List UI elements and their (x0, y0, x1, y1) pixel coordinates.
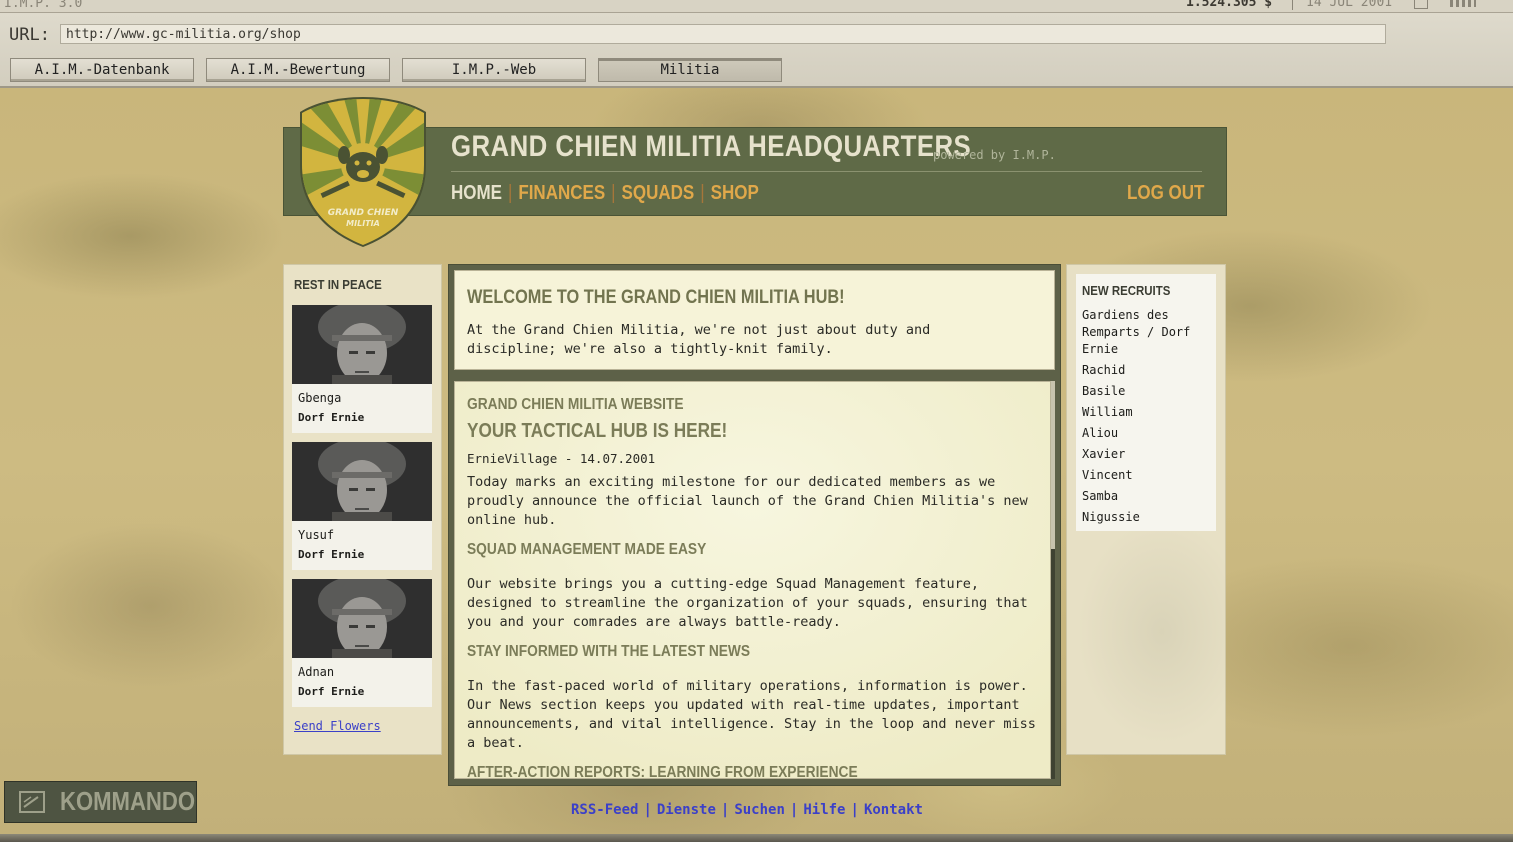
article-headline: YOUR TACTICAL HUB IS HERE! (467, 420, 728, 442)
footer-separator: | (643, 802, 652, 818)
welcome-box: WELCOME TO THE GRAND CHIEN MILITIA HUB! … (454, 270, 1055, 370)
header-divider (451, 171, 1202, 172)
scrollbar-thumb[interactable] (1051, 381, 1055, 549)
section-title: AFTER-ACTION REPORTS: LEARNING FROM EXPE… (467, 764, 858, 779)
welcome-text: At the Grand Chien Militia, we're not ju… (467, 322, 931, 357)
soldier-portrait (292, 579, 432, 658)
powered-by: powered by I.M.P. (933, 148, 1056, 162)
fallen-location: Dorf Ernie (298, 685, 365, 698)
send-flowers-link[interactable]: Send Flowers (294, 719, 381, 733)
section-title: STAY INFORMED WITH THE LATEST NEWS (467, 643, 751, 660)
kommando-button[interactable]: KOMMANDO (4, 781, 197, 823)
section-title: SQUAD MANAGEMENT MADE EASY (467, 541, 707, 558)
footer-link-hilfe[interactable]: Hilfe (803, 802, 845, 818)
article-kicker: GRAND CHIEN MILITIA WEBSITE (467, 396, 684, 413)
recruit-item: Basile (1082, 384, 1126, 398)
new-recruits-panel: NEW RECRUITS Gardiens des Remparts / Dor… (1066, 264, 1226, 755)
new-recruits-title: NEW RECRUITS (1082, 283, 1171, 298)
footer-separator: | (720, 802, 730, 818)
main-content: WELCOME TO THE GRAND CHIEN MILITIA HUB! … (448, 264, 1061, 786)
status-strip: I.M.P. 3.0 1.524.305 $ 14 JUL 2001 (0, 0, 1513, 13)
footer-link-rss[interactable]: RSS-Feed (571, 802, 638, 818)
militia-shield-logo[interactable]: GRAND CHIEN MILITIA (298, 95, 428, 247)
logout-link[interactable]: LOG OUT (1127, 182, 1204, 205)
fallen-location: Dorf Ernie (298, 548, 365, 561)
rip-card[interactable]: Yusuf Dorf Ernie (292, 442, 432, 570)
recruit-item: Nigussie (1082, 510, 1140, 524)
footer-links: RSS-Feed | Dienste | Suchen | Hilfe | Kontakt (571, 802, 923, 818)
section-text: Our website brings you a cutting-edge Sq… (467, 576, 1028, 630)
footer-link-kontakt[interactable]: Kontakt (864, 802, 923, 818)
fallen-name: Yusuf (298, 528, 335, 542)
recruit-item: William (1082, 405, 1133, 419)
welcome-title: WELCOME TO THE GRAND CHIEN MILITIA HUB! (467, 287, 845, 308)
nav-separator: | (700, 182, 705, 204)
rest-in-peace-panel: REST IN PEACE Gbenga Dorf Ernie Yusuf Do… (283, 264, 442, 755)
browser-toolbar: URL: http://www.gc-militia.org/shop A.I.… (0, 13, 1513, 88)
app-name: I.M.P. 3.0 (4, 0, 83, 11)
soldier-portrait (292, 442, 432, 521)
mail-icon[interactable] (1414, 0, 1428, 9)
nav-finances[interactable]: FINANCES (518, 182, 605, 204)
article-intro: Today marks an exciting milestone for ou… (467, 474, 1028, 528)
battery-icon (1450, 0, 1476, 7)
tab-militia[interactable]: Militia (598, 58, 782, 82)
tab-aim-bewertung[interactable]: A.I.M.-Bewertung (206, 58, 390, 82)
footer-link-dienste[interactable]: Dienste (657, 802, 716, 818)
article-scrollbar[interactable] (1051, 381, 1055, 779)
footer-separator: | (789, 802, 799, 818)
news-article[interactable]: GRAND CHIEN MILITIA WEBSITE YOUR TACTICA… (454, 381, 1051, 779)
recruit-item: Rachid (1082, 363, 1126, 377)
section-text: In the fast-paced world of military oper… (467, 678, 1036, 751)
footer-link-suchen[interactable]: Suchen (734, 802, 785, 818)
bottom-bar (0, 834, 1513, 842)
site-title: GRAND CHIEN MILITIA HEADQUARTERS (451, 130, 972, 163)
url-field[interactable]: http://www.gc-militia.org/shop (60, 24, 1386, 44)
logo-text-line2: MILITIA (346, 219, 380, 228)
rip-card[interactable]: Gbenga Dorf Ernie (292, 305, 432, 433)
main-nav: HOME | FINANCES | SQUADS | SHOP (451, 182, 759, 205)
nav-squads[interactable]: SQUADS (622, 182, 695, 204)
url-label: URL: (9, 25, 50, 45)
fallen-name: Gbenga (298, 391, 342, 405)
laptop-icon (19, 791, 45, 813)
nav-shop[interactable]: SHOP (711, 182, 759, 204)
fallen-location: Dorf Ernie (298, 411, 365, 424)
footer-separator: | (850, 802, 859, 818)
recruit-item: Vincent (1082, 468, 1133, 482)
tab-imp-web[interactable]: I.M.P.-Web (402, 58, 586, 82)
recruit-item: Aliou (1082, 426, 1119, 440)
rip-card[interactable]: Adnan Dorf Ernie (292, 579, 432, 707)
recruit-list: Gardiens des Remparts / Dorf Ernie Rachi… (1082, 307, 1212, 530)
nav-home[interactable]: HOME (451, 182, 502, 204)
tab-aim-datenbank[interactable]: A.I.M.-Datenbank (10, 58, 194, 82)
date-display: 14 JUL 2001 (1306, 0, 1393, 10)
recruit-item: Samba (1082, 489, 1119, 503)
logo-text-line1: GRAND CHIEN (328, 208, 399, 218)
nav-separator: | (611, 182, 616, 204)
recruit-item: Xavier (1082, 447, 1126, 461)
soldier-portrait (292, 305, 432, 384)
article-byline: ErnieVillage - 14.07.2001 (467, 451, 656, 466)
money-display: 1.524.305 $ (1186, 0, 1273, 10)
nav-separator: | (507, 182, 513, 204)
kommando-label: KOMMANDO (60, 786, 196, 816)
fallen-name: Adnan (298, 665, 335, 679)
rest-in-peace-title: REST IN PEACE (294, 277, 382, 292)
status-divider (1292, 0, 1293, 10)
recruits-box: NEW RECRUITS Gardiens des Remparts / Dor… (1076, 274, 1216, 531)
recruit-item: Gardiens des Remparts / Dorf Ernie (1082, 308, 1191, 356)
